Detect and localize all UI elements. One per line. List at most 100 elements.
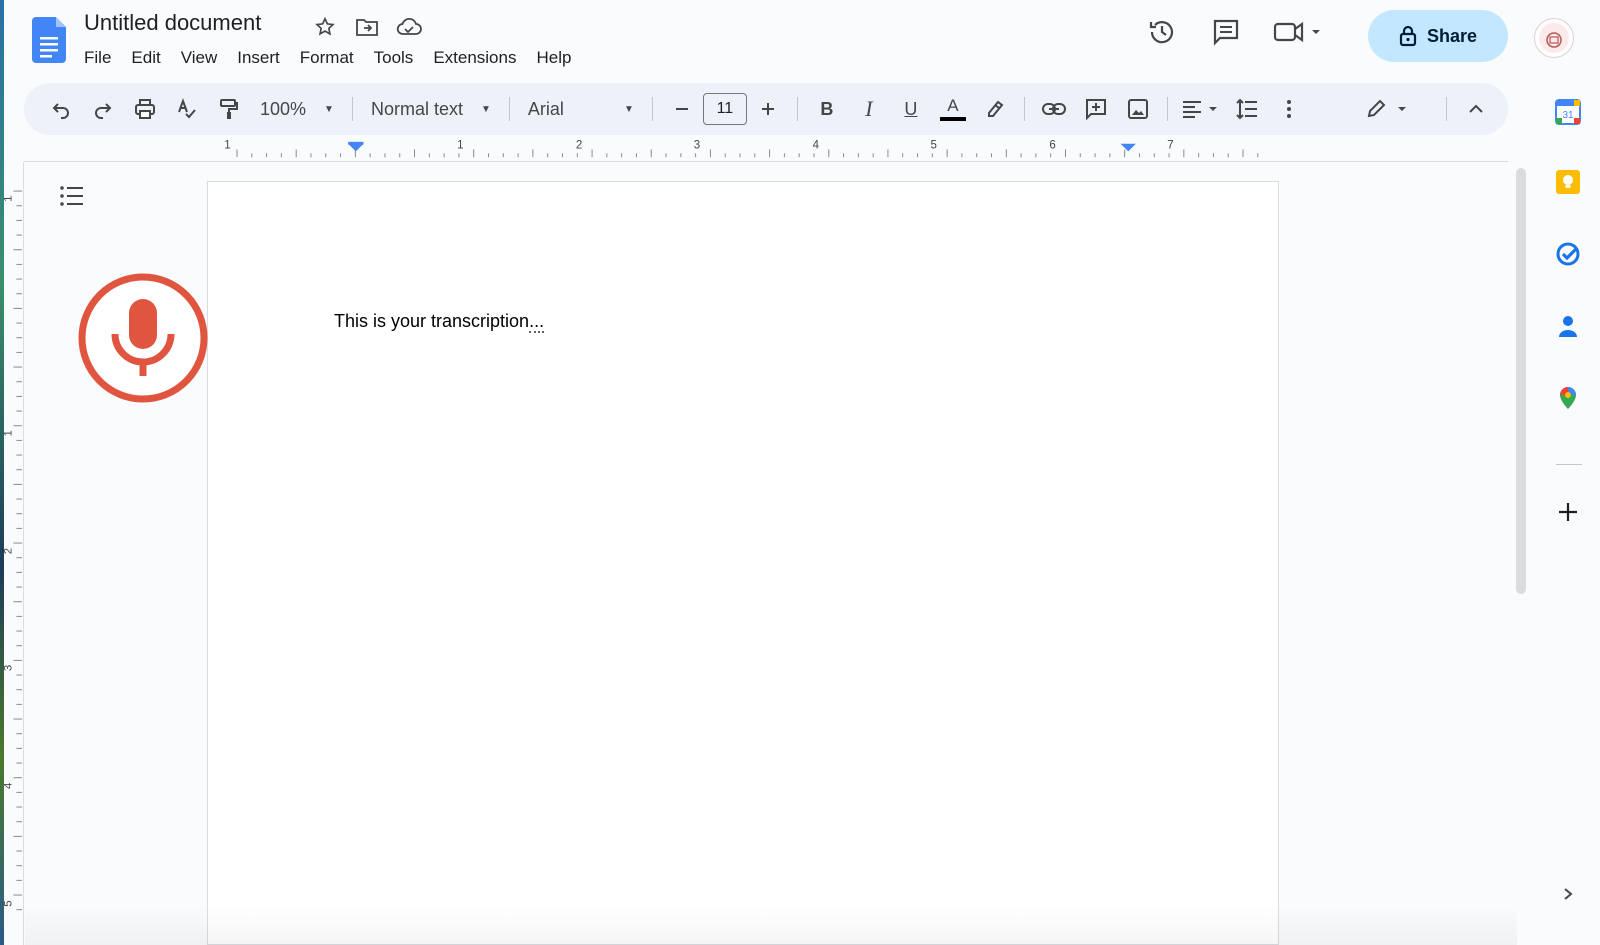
title-bar: Untitled document File Edit View Insert …	[0, 0, 1600, 82]
calendar-icon[interactable]: 31	[1554, 98, 1582, 126]
contacts-icon[interactable]	[1554, 312, 1582, 340]
menu-view[interactable]: View	[171, 46, 228, 70]
text-color-button[interactable]: A	[935, 91, 971, 127]
ruler-label: 3	[4, 665, 15, 671]
menu-format[interactable]: Format	[290, 46, 364, 70]
chevron-down-icon: ▼	[480, 103, 491, 115]
side-panel: 31	[1536, 84, 1600, 945]
undo-icon[interactable]	[43, 91, 79, 127]
ruler-label: 6	[1049, 140, 1055, 152]
more-options-icon[interactable]	[1271, 91, 1307, 127]
underline-icon: U	[904, 98, 918, 119]
ruler-label: 1	[4, 430, 15, 436]
italic-button[interactable]: I	[851, 91, 887, 127]
document-page[interactable]	[207, 181, 1279, 945]
document-body-text[interactable]: This is your transcription...	[334, 311, 545, 333]
ruler-label: 2	[4, 548, 15, 554]
ruler-label: 4	[813, 140, 820, 152]
decrease-font-size-icon[interactable]	[664, 91, 700, 127]
star-icon[interactable]	[310, 14, 340, 40]
zoom-select[interactable]: 100% ▼	[250, 91, 344, 127]
ruler-label: 5	[931, 140, 937, 152]
left-indent-marker-icon[interactable]	[348, 143, 364, 152]
lock-icon	[1399, 25, 1417, 47]
toolbar-divider	[1446, 97, 1447, 121]
paint-format-icon[interactable]	[211, 91, 247, 127]
menu-extensions[interactable]: Extensions	[423, 46, 526, 70]
toolbar-divider	[651, 97, 653, 121]
microphone-icon[interactable]	[77, 272, 209, 404]
ruler-label: 5	[4, 900, 15, 906]
menu-tools[interactable]: Tools	[364, 46, 424, 70]
line-spacing-icon[interactable]	[1229, 91, 1265, 127]
docs-logo-icon[interactable]	[32, 17, 66, 63]
text-color-swatch	[939, 116, 966, 121]
add-comment-icon[interactable]	[1078, 91, 1114, 127]
toolbar-divider	[1166, 97, 1168, 121]
transcription-ellipsis: ...	[529, 311, 545, 333]
avatar[interactable]	[1534, 18, 1574, 58]
chevron-down-icon: ▼	[324, 103, 334, 115]
font-select[interactable]: Arial ▼	[518, 91, 644, 127]
increase-font-size-icon[interactable]	[750, 91, 786, 127]
ruler-label: 1	[457, 140, 463, 152]
chevron-down-icon: ▼	[623, 103, 634, 115]
right-indent-marker-icon[interactable]	[1120, 143, 1136, 152]
redo-icon[interactable]	[85, 91, 121, 127]
menu-insert[interactable]: Insert	[227, 46, 290, 70]
bold-button[interactable]: B	[809, 91, 845, 127]
bottom-shade	[25, 905, 1517, 945]
spellcheck-icon[interactable]	[169, 91, 205, 127]
calendar-day: 31	[1562, 110, 1574, 121]
font-size-input[interactable]: 11	[702, 93, 747, 125]
menu-file[interactable]: File	[84, 46, 121, 70]
zoom-value: 100%	[260, 98, 307, 119]
insert-link-icon[interactable]	[1036, 91, 1072, 127]
share-label: Share	[1426, 25, 1478, 46]
ruler-label: 4	[4, 783, 15, 789]
meet-call-icon[interactable]	[1268, 10, 1328, 54]
horizontal-ruler[interactable]: 1 1 2 3 4 5 6 7	[24, 138, 1508, 162]
toolbar-divider	[508, 97, 510, 121]
paragraph-style-value: Normal text	[370, 98, 463, 119]
move-folder-icon[interactable]	[352, 14, 382, 40]
document-title[interactable]: Untitled document	[84, 10, 261, 36]
toolbar-divider	[351, 97, 353, 121]
vertical-ruler[interactable]: 1 1 2 3 4 5	[4, 162, 24, 945]
ruler-label: 1	[224, 140, 230, 152]
print-icon[interactable]	[127, 91, 163, 127]
ruler-label: 1	[4, 196, 15, 202]
underline-button[interactable]: U	[893, 91, 929, 127]
text-color-icon: A	[947, 95, 959, 115]
first-line-indent-marker-icon[interactable]	[348, 141, 364, 145]
vertical-scrollbar[interactable]	[1516, 168, 1526, 594]
transcription-text: This is your transcription	[334, 311, 530, 331]
toolbar-divider	[796, 97, 798, 121]
menu-edit[interactable]: Edit	[121, 46, 170, 70]
side-panel-divider	[1556, 464, 1582, 465]
tasks-icon[interactable]	[1554, 240, 1582, 268]
collapse-menus-icon[interactable]	[1458, 91, 1494, 127]
expand-panel-icon[interactable]	[1554, 880, 1582, 908]
insert-image-icon[interactable]	[1120, 91, 1156, 127]
italic-icon: I	[865, 96, 873, 121]
menu-bar: File Edit View Insert Format Tools Exten…	[84, 46, 581, 70]
cloud-status-icon[interactable]	[394, 14, 424, 40]
menu-help[interactable]: Help	[526, 46, 581, 70]
share-button[interactable]: Share	[1368, 10, 1508, 62]
comments-icon[interactable]	[1204, 10, 1248, 54]
ruler-label: 2	[576, 140, 582, 152]
editing-mode-icon[interactable]	[1363, 91, 1413, 127]
maps-icon[interactable]	[1554, 384, 1582, 412]
ruler-label: 3	[694, 140, 700, 152]
version-history-icon[interactable]	[1140, 10, 1184, 54]
document-outline-icon[interactable]	[56, 180, 88, 212]
paragraph-style-select[interactable]: Normal text ▼	[361, 91, 501, 127]
add-icon[interactable]	[1554, 498, 1582, 526]
ruler-label: 7	[1167, 140, 1173, 152]
keep-icon[interactable]	[1554, 168, 1582, 196]
align-left-icon[interactable]	[1179, 91, 1223, 127]
formatting-toolbar: 100% ▼ Normal text ▼ Arial ▼ 11 B I U A	[24, 83, 1508, 135]
toolbar-divider	[1023, 97, 1025, 121]
highlight-color-icon[interactable]	[977, 91, 1013, 127]
